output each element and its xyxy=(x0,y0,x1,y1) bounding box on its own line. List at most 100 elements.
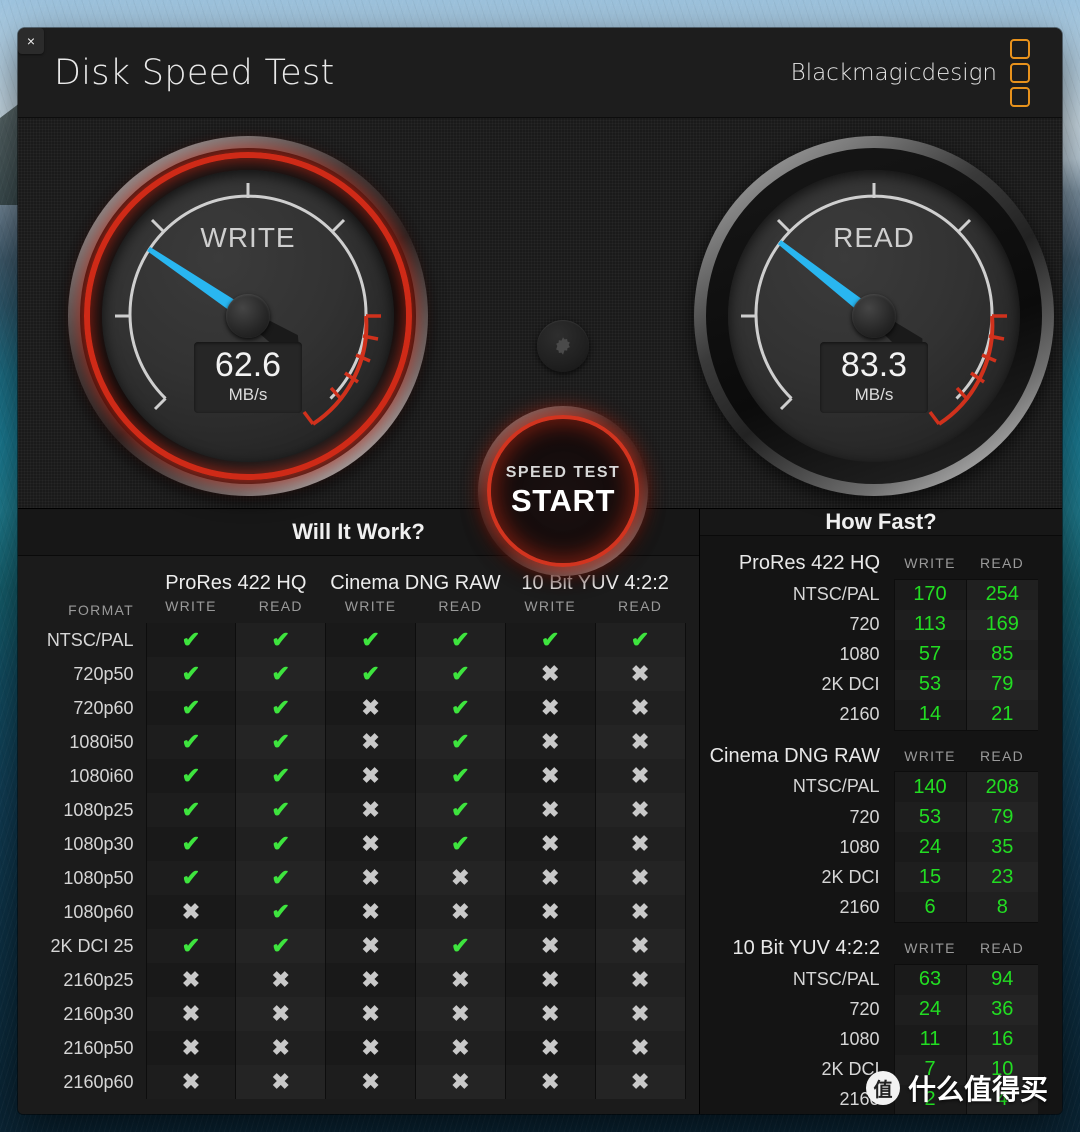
support-yes-icon: ✔ xyxy=(235,657,326,691)
read-gauge-label: READ xyxy=(833,222,915,253)
support-no-icon: ✖ xyxy=(414,963,506,997)
how-fast-write-value: 57 xyxy=(893,639,966,670)
read-gauge-readout: 83.3 MB/s xyxy=(820,342,928,413)
table-row: NTSC/PAL 63 94 xyxy=(700,963,1038,995)
support-no-icon: ✖ xyxy=(325,929,416,963)
support-yes-icon: ✔ xyxy=(145,623,236,657)
how-fast-col-read: READ xyxy=(979,940,1025,957)
speed-test-start-button[interactable]: SPEED TEST START xyxy=(478,406,648,576)
support-no-icon: ✖ xyxy=(594,691,685,725)
subcol-write-2: WRITE xyxy=(524,598,577,614)
support-yes-icon: ✔ xyxy=(414,725,506,759)
support-no-icon: ✖ xyxy=(235,1031,326,1065)
how-fast-write-value: 24 xyxy=(893,832,966,862)
how-fast-read-value: 16 xyxy=(965,1024,1038,1055)
support-no-icon: ✖ xyxy=(594,997,685,1031)
how-fast-title: How Fast? xyxy=(700,509,1062,536)
support-no-icon: ✖ xyxy=(504,1065,596,1099)
will-it-work-panel: Will It Work? ProRes 422 HQ Cinema DNG R… xyxy=(18,509,700,1114)
table-row: 720p50 ✔ ✔ ✔ ✔ ✖ ✖ xyxy=(18,657,699,691)
table-row: 2160 14 21 xyxy=(700,699,1038,731)
watermark-text: 什么值得买 xyxy=(907,1073,1048,1106)
read-gauge-hub xyxy=(852,294,896,338)
will-it-work-table: ProRes 422 HQ Cinema DNG RAW 10 Bit YUV … xyxy=(18,562,699,1099)
format-row-label: 2160p30 xyxy=(63,1003,134,1024)
support-yes-icon: ✔ xyxy=(414,623,506,657)
how-fast-tables: ProRes 422 HQ WRITE READ NTSC/PAL 170 254 720 1… xyxy=(700,536,1062,1114)
how-fast-read-value: 23 xyxy=(965,862,1038,892)
table-row: 720 53 79 xyxy=(700,802,1038,832)
page-title: Disk Speed Test xyxy=(54,52,335,93)
read-gauge-unit: MB/s xyxy=(854,384,894,404)
support-yes-icon: ✔ xyxy=(145,759,236,793)
support-no-icon: ✖ xyxy=(414,1065,506,1099)
table-row: 1080 11 16 xyxy=(700,1024,1038,1055)
support-yes-icon: ✔ xyxy=(325,657,416,691)
how-fast-block: Cinema DNG RAW WRITE READ NTSC/PAL 140 208 720… xyxy=(700,737,1038,924)
close-icon[interactable]: × xyxy=(18,28,44,54)
support-yes-icon: ✔ xyxy=(235,895,326,929)
subcol-write-0: WRITE xyxy=(165,598,217,614)
support-no-icon: ✖ xyxy=(325,827,416,861)
write-gauge-hub xyxy=(226,294,270,338)
table-row: 720p60 ✔ ✔ ✖ ✔ ✖ ✖ xyxy=(18,691,699,725)
support-no-icon: ✖ xyxy=(594,895,685,929)
how-fast-row-label: 2160 xyxy=(839,704,880,725)
support-no-icon: ✖ xyxy=(504,827,596,861)
table-row: 1080p25 ✔ ✔ ✖ ✔ ✖ ✖ xyxy=(18,793,699,827)
write-gauge-readout: 62.6 MB/s xyxy=(194,342,302,413)
support-no-icon: ✖ xyxy=(325,759,416,793)
support-yes-icon: ✔ xyxy=(325,623,416,657)
support-no-icon: ✖ xyxy=(504,963,596,997)
how-fast-read-value: 8 xyxy=(965,892,1038,923)
table-row: 2160p60 ✖ ✖ ✖ ✖ ✖ ✖ xyxy=(18,1065,699,1099)
write-gauge-value: 62.6 xyxy=(214,346,282,384)
support-yes-icon: ✔ xyxy=(235,929,326,963)
how-fast-write-value: 24 xyxy=(893,994,966,1025)
how-fast-row-label: 1080 xyxy=(839,644,880,664)
support-no-icon: ✖ xyxy=(594,725,685,759)
support-no-icon: ✖ xyxy=(145,1031,236,1065)
start-button-label: START xyxy=(510,482,616,518)
how-fast-col-write: WRITE xyxy=(904,747,956,764)
table-endcap xyxy=(684,1031,699,1065)
how-fast-panel: How Fast? ProRes 422 HQ WRITE READ NTSC/PAL… xyxy=(700,509,1062,1114)
table-endcap xyxy=(684,759,699,793)
start-button-inner: SPEED TEST START xyxy=(487,415,639,567)
table-endcap xyxy=(684,895,699,929)
how-fast-read-value: 94 xyxy=(965,963,1038,995)
disk-speed-test-window: × Disk Speed Test Blackmagicdesign WRITE… xyxy=(18,28,1062,1114)
subcol-read-2: READ xyxy=(618,598,663,614)
support-yes-icon: ✔ xyxy=(145,725,236,759)
table-endcap xyxy=(684,657,699,691)
how-fast-read-value: 169 xyxy=(965,609,1038,640)
how-fast-write-value: 63 xyxy=(893,963,966,995)
how-fast-write-value: 53 xyxy=(893,669,966,700)
how-fast-col-read: READ xyxy=(979,747,1025,764)
support-yes-icon: ✔ xyxy=(594,623,685,657)
how-fast-row-label: 1080 xyxy=(839,1029,880,1049)
support-no-icon: ✖ xyxy=(594,861,685,895)
how-fast-row-label: NTSC/PAL xyxy=(792,776,880,797)
window-titlebar: Disk Speed Test Blackmagicdesign xyxy=(18,28,1062,118)
support-no-icon: ✖ xyxy=(504,657,596,691)
support-yes-icon: ✔ xyxy=(235,827,326,861)
subcol-read-0: READ xyxy=(258,598,303,614)
will-it-work-subhead-row: FORMAT WRITE READ WRITE READ WRITE READ xyxy=(18,596,699,623)
how-fast-write-value: 14 xyxy=(893,699,966,731)
table-row: NTSC/PAL ✔ ✔ ✔ ✔ ✔ ✔ xyxy=(18,623,699,657)
support-no-icon: ✖ xyxy=(594,963,685,997)
table-endcap xyxy=(684,691,699,725)
how-fast-col-read: READ xyxy=(979,555,1025,572)
support-yes-icon: ✔ xyxy=(504,623,596,657)
how-fast-read-value: 79 xyxy=(965,802,1038,832)
support-no-icon: ✖ xyxy=(504,895,596,929)
gear-icon[interactable] xyxy=(537,320,589,372)
support-no-icon: ✖ xyxy=(504,725,596,759)
how-fast-header-row: Cinema DNG RAW WRITE READ xyxy=(700,737,1038,772)
how-fast-read-value: 254 xyxy=(965,578,1038,610)
how-fast-header-row: ProRes 422 HQ WRITE READ xyxy=(700,544,1038,579)
format-row-label: 2160p60 xyxy=(63,1071,134,1092)
table-row: 2160 6 8 xyxy=(700,892,1038,923)
how-fast-write-value: 113 xyxy=(893,609,966,640)
